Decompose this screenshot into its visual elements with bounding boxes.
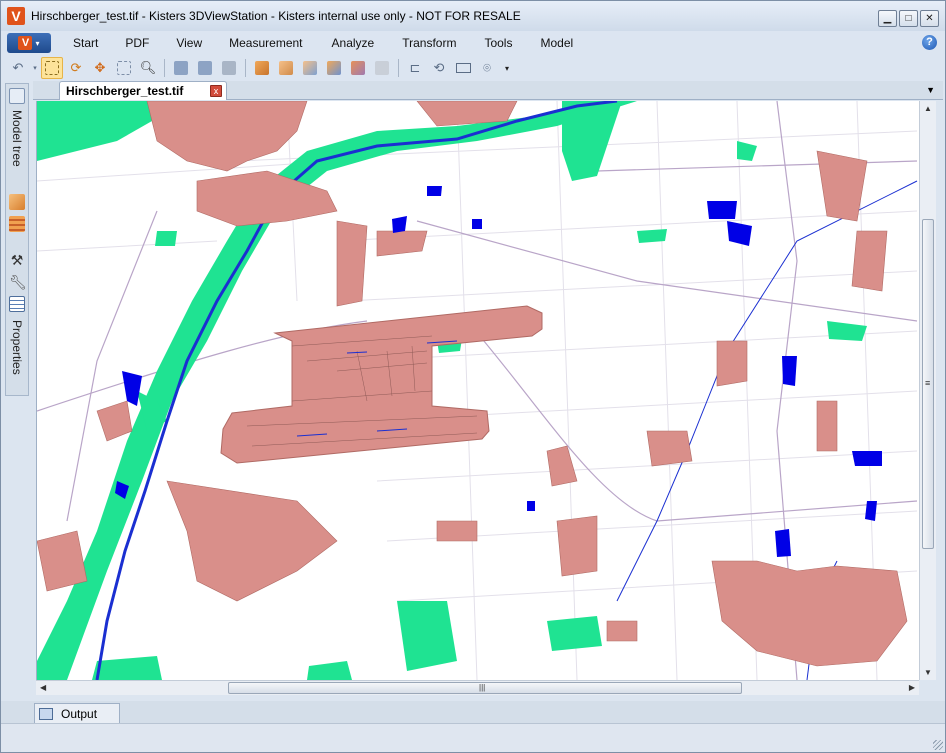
document-tab[interactable]: Hirschberger_test.tif x: [59, 81, 227, 100]
airport-area: [220, 305, 543, 464]
application-menu-button[interactable]: V ▾: [7, 33, 51, 53]
document-tab-label: Hirschberger_test.tif: [66, 84, 184, 98]
view-iso-icon[interactable]: [371, 57, 393, 79]
menu-transform[interactable]: Transform: [402, 36, 456, 50]
scroll-right-icon[interactable]: ▶: [909, 683, 915, 692]
app-window: V Hirschberger_test.tif - Kisters 3DView…: [0, 0, 946, 753]
fit-selection-icon[interactable]: [194, 57, 216, 79]
toolbar: ↶ ▾ ⟳ ✥ 🔍︎ ⊏ ⟲ ⌾ ▾: [1, 55, 945, 81]
properties-tab[interactable]: Properties: [10, 320, 24, 375]
rectangle-icon[interactable]: [452, 57, 474, 79]
view-left-icon[interactable]: [299, 57, 321, 79]
scroll-down-icon[interactable]: ▼: [924, 668, 932, 677]
output-panel-bar: Output: [1, 701, 945, 723]
vertical-scroll-thumb[interactable]: ≡: [922, 219, 934, 549]
toolbar-separator: [245, 59, 246, 77]
output-tab[interactable]: Output: [34, 703, 120, 723]
horizontal-scrollbar[interactable]: ◀ ||| ▶: [36, 680, 919, 695]
measure-icon[interactable]: ⊏: [404, 57, 426, 79]
lasso-icon[interactable]: ⌾: [476, 57, 498, 79]
document-tab-bar: Hirschberger_test.tif x ▼: [33, 81, 943, 100]
fit-view-icon[interactable]: [170, 57, 192, 79]
tab-close-icon[interactable]: x: [210, 85, 222, 97]
horizontal-scroll-thumb[interactable]: |||: [228, 682, 742, 694]
toolbar-separator: [164, 59, 165, 77]
side-panel-dock: Model tree ⚒ 🔧︎ Properties: [5, 83, 29, 396]
scroll-grip-icon: ≡: [925, 378, 931, 388]
reset-icon[interactable]: ⟲: [428, 57, 450, 79]
menu-pdf[interactable]: PDF: [125, 36, 149, 50]
fit-all-icon[interactable]: [218, 57, 240, 79]
minimize-button[interactable]: ▁: [878, 10, 897, 27]
layers-icon[interactable]: [9, 216, 25, 232]
cube-icon[interactable]: [9, 194, 25, 210]
menu-model[interactable]: Model: [540, 36, 573, 50]
undo-icon[interactable]: ↶: [7, 57, 29, 79]
view-back-icon[interactable]: [275, 57, 297, 79]
output-window-icon: [39, 707, 53, 720]
rotate-icon[interactable]: ⟳: [65, 57, 87, 79]
resize-grip-icon[interactable]: [933, 740, 943, 750]
model-tree-tab[interactable]: Model tree: [10, 110, 24, 167]
scroll-grip-icon: |||: [479, 683, 486, 692]
tools-icon[interactable]: ⚒: [9, 252, 25, 268]
pan-icon[interactable]: ✥: [89, 57, 111, 79]
tab-list-dropdown-icon[interactable]: ▼: [926, 85, 935, 95]
select-zoom-icon[interactable]: [41, 57, 63, 79]
menu-tools[interactable]: Tools: [484, 36, 512, 50]
view-right-icon[interactable]: [323, 57, 345, 79]
zoom-icon[interactable]: 🔍︎: [137, 57, 159, 79]
output-tab-label: Output: [61, 706, 98, 721]
help-icon[interactable]: ?: [922, 35, 937, 50]
vertical-scrollbar[interactable]: ▲ ≡ ▼: [919, 101, 936, 680]
menu-start[interactable]: Start: [73, 36, 98, 50]
scroll-left-icon[interactable]: ◀: [40, 683, 46, 692]
maximize-button[interactable]: □: [899, 10, 918, 27]
menu-bar: V ▾ Start PDF View Measurement Analyze T…: [1, 31, 945, 55]
toolbar-separator: [398, 59, 399, 77]
app-menu-logo-icon: V: [18, 36, 33, 50]
view-top-icon[interactable]: [347, 57, 369, 79]
close-button[interactable]: ✕: [920, 10, 939, 27]
title-bar: V Hirschberger_test.tif - Kisters 3DView…: [1, 1, 945, 31]
view-front-icon[interactable]: [251, 57, 273, 79]
app-logo-icon[interactable]: V: [7, 7, 25, 25]
scroll-up-icon[interactable]: ▲: [924, 104, 932, 113]
window-controls: ▁ □ ✕: [878, 10, 939, 27]
map-viewport[interactable]: [36, 101, 919, 680]
menu-analyze[interactable]: Analyze: [332, 36, 375, 50]
select-icon[interactable]: [113, 57, 135, 79]
status-bar: [1, 723, 945, 752]
menu-view[interactable]: View: [176, 36, 202, 50]
menu-measurement[interactable]: Measurement: [229, 36, 302, 50]
window-title: Hirschberger_test.tif - Kisters 3DViewSt…: [31, 9, 521, 23]
model-tree-icon[interactable]: [9, 88, 25, 104]
undo-dropdown-icon[interactable]: ▾: [31, 57, 39, 79]
wrench-icon[interactable]: 🔧︎: [9, 274, 27, 290]
properties-icon[interactable]: [9, 296, 25, 312]
chevron-down-icon: ▾: [35, 38, 40, 48]
toolbar-overflow-icon[interactable]: ▾: [500, 57, 514, 79]
map-image[interactable]: [37, 101, 919, 680]
